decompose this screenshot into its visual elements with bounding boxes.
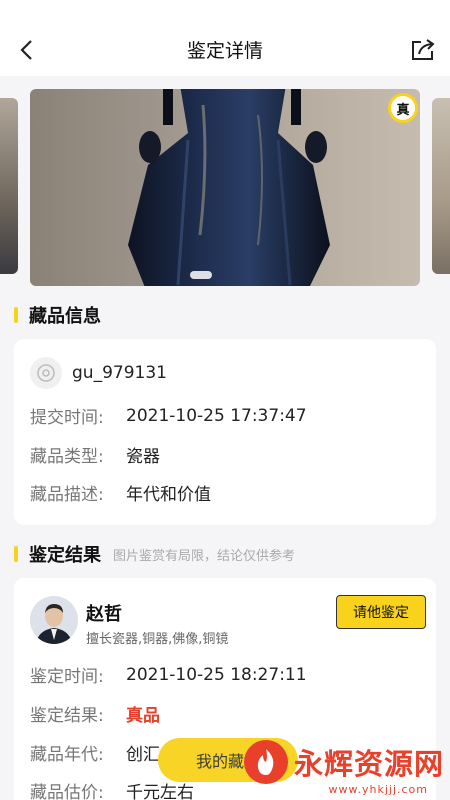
result-value: 2021-10-25 18:27:11 [126,664,307,685]
info-row: 藏品描述: 年代和价值 [30,480,211,505]
result-label: 鉴定结果: [30,706,104,726]
watermark-logo-icon [243,740,288,784]
watermark-text: 永辉资源网 [293,747,444,781]
username: gu_979131 [72,363,167,383]
result-row: 藏品年代: 创汇 [30,740,160,765]
info-row: 藏品类型: 瓷器 [30,442,160,467]
nav-bar: 鉴定详情 [0,0,450,76]
section-accent-bar [14,546,18,562]
image-carousel[interactable]: 真 [0,76,450,298]
result-label: 藏品估价: [30,783,104,800]
section-title: 鉴定结果 [29,545,101,566]
page-title: 鉴定详情 [186,40,263,62]
user-avatar [30,357,62,389]
share-button[interactable] [408,36,438,64]
section-title: 藏品信息 [29,306,101,327]
section-accent-bar [14,307,18,323]
carousel-prev-image[interactable] [0,98,18,274]
info-label: 藏品描述: [30,485,104,505]
info-value: 瓷器 [126,447,160,467]
collection-info-card: gu_979131 提交时间: 2021-10-25 17:37:47 藏品类型… [14,339,436,525]
expert-avatar [30,596,78,644]
info-value: 2021-10-25 17:37:47 [126,405,307,426]
result-verdict: 真品 [126,706,160,726]
request-appraisal-button[interactable]: 请他鉴定 [336,595,426,629]
user-icon [37,364,55,382]
expert-specialty: 擅长瓷器,铜器,佛像,铜镜 [86,632,229,647]
collection-section-header: 藏品信息 [14,302,101,328]
expert-photo [30,596,78,644]
flame-icon [257,749,274,775]
result-label: 鉴定时间: [30,667,104,687]
result-label: 藏品年代: [30,745,104,765]
result-value: 创汇 [126,745,160,765]
info-label: 藏品类型: [30,447,104,467]
watermark-url: www.yhkjjj.com [328,783,428,796]
result-row: 鉴定时间: 2021-10-25 18:27:11 [30,662,307,688]
info-label: 提交时间: [30,408,104,428]
carousel-next-image[interactable] [432,98,450,274]
watermark: 永辉资源网 [243,740,444,784]
submitter-row: gu_979131 [30,357,167,389]
result-row: 藏品估价: 千元左右 [30,778,194,800]
carousel-current-image[interactable]: 真 [30,89,420,286]
carousel-indicator [190,271,212,279]
disclaimer-note: 图片鉴赏有局限，结论仅供参考 [113,548,296,564]
expert-name: 赵哲 [86,604,122,625]
info-row: 提交时间: 2021-10-25 17:37:47 [30,403,307,429]
authentic-badge: 真 [388,93,418,123]
vase-image [128,89,330,286]
share-icon [412,39,435,60]
result-section-header: 鉴定结果 图片鉴赏有局限，结论仅供参考 [14,541,295,567]
result-row: 鉴定结果: 真品 [30,701,160,726]
info-value: 年代和价值 [126,485,211,505]
